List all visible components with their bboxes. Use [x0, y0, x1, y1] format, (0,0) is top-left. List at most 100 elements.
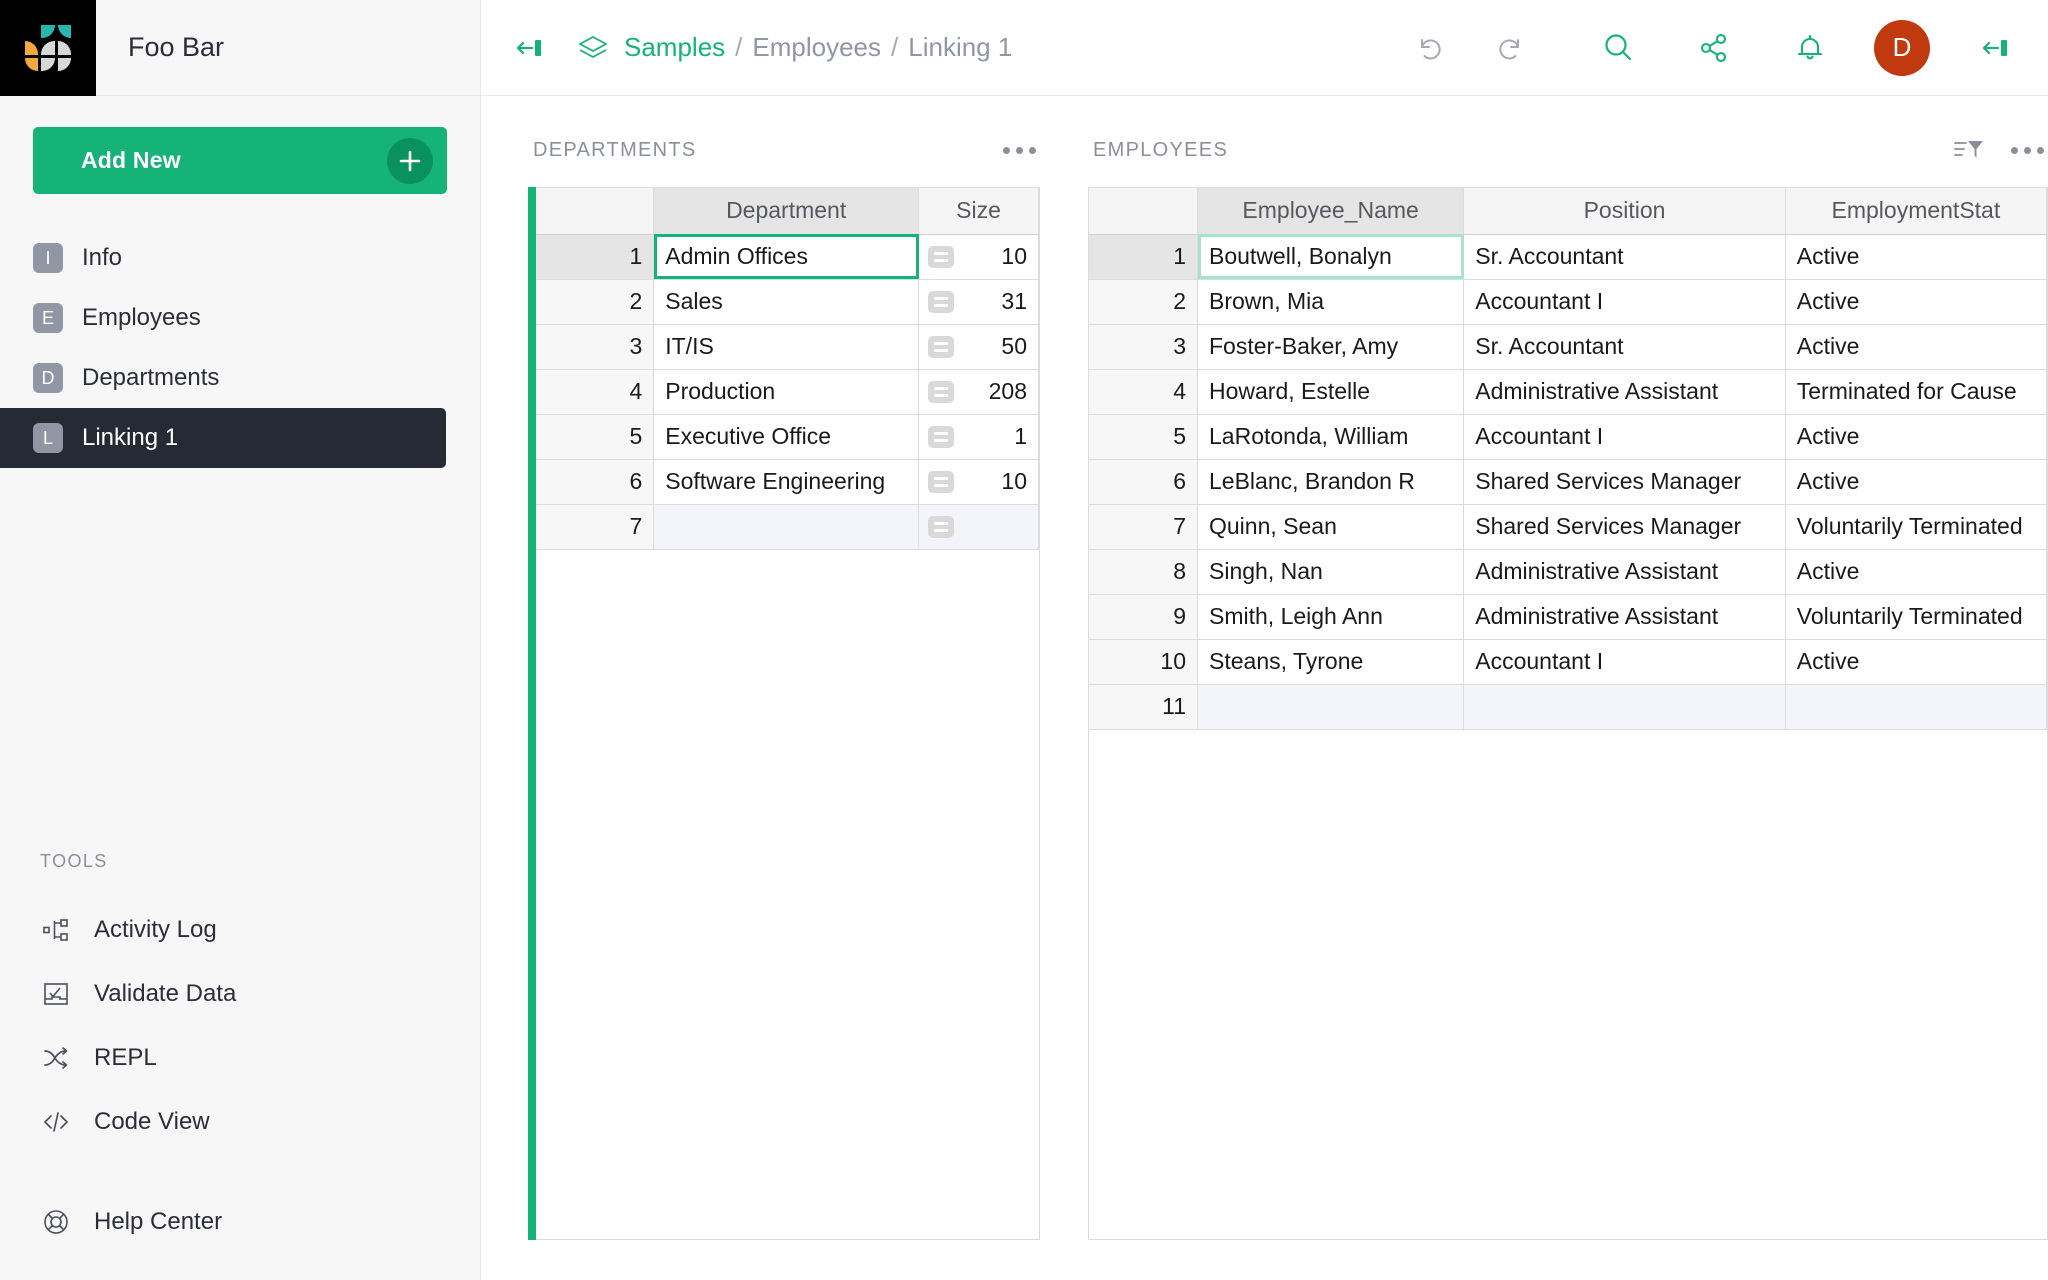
cell-department[interactable]: Software Engineering [653, 459, 920, 505]
collapse-left-icon[interactable] [509, 27, 551, 69]
row-number[interactable]: 5 [536, 414, 655, 460]
more-options-icon[interactable] [999, 133, 1040, 167]
cell-size[interactable]: 10 [918, 459, 1039, 505]
avatar[interactable]: D [1874, 19, 1930, 76]
row-number[interactable]: 7 [536, 504, 655, 550]
breadcrumb-current[interactable]: Linking 1 [908, 32, 1012, 63]
cell-department[interactable]: Executive Office [653, 414, 920, 460]
cell-employee-name[interactable]: Smith, Leigh Ann [1197, 594, 1465, 640]
cell-employment-status[interactable]: Voluntarily Terminated [1785, 594, 2047, 640]
breadcrumb-root[interactable]: Samples [624, 32, 725, 63]
column-header-employee-name[interactable]: Employee_Name [1197, 188, 1465, 235]
sort-filter-icon[interactable] [1953, 133, 1985, 167]
row-number[interactable]: 10 [1089, 639, 1198, 685]
page-list: I Info E Employees D Departments L Linki… [0, 228, 480, 468]
cell-size[interactable]: 50 [918, 324, 1039, 370]
cell-position[interactable]: Sr. Accountant [1463, 234, 1786, 280]
tool-repl[interactable]: REPL [0, 1026, 480, 1090]
tool-activity-log[interactable]: Activity Log [0, 898, 480, 962]
cell-position[interactable]: Administrative Assistant [1463, 594, 1786, 640]
column-header-employment-status[interactable]: EmploymentStat [1785, 188, 2047, 235]
cell-size[interactable]: 10 [918, 234, 1039, 280]
row-number[interactable]: 3 [1089, 324, 1198, 370]
row-number[interactable]: 11 [1089, 684, 1198, 730]
cell-position[interactable]: Administrative Assistant [1463, 369, 1786, 415]
undo-icon[interactable] [1404, 22, 1456, 74]
cell-employee-name[interactable]: Howard, Estelle [1197, 369, 1465, 415]
cell-employee-name[interactable]: Foster-Baker, Amy [1197, 324, 1465, 370]
row-number[interactable]: 1 [536, 234, 655, 280]
cell-employment-status[interactable]: Active [1785, 234, 2047, 280]
row-number[interactable]: 5 [1089, 414, 1198, 460]
row-number[interactable]: 6 [1089, 459, 1198, 505]
row-number[interactable]: 4 [536, 369, 655, 415]
add-row[interactable]: 7 [536, 504, 1039, 550]
row-number[interactable]: 4 [1089, 369, 1198, 415]
cell-size[interactable]: 1 [918, 414, 1039, 460]
row-number[interactable]: 2 [1089, 279, 1198, 325]
cell-position[interactable]: Administrative Assistant [1463, 549, 1786, 595]
cell-position[interactable]: Shared Services Manager [1463, 504, 1786, 550]
sidebar-item-departments[interactable]: D Departments [0, 348, 446, 408]
row-number[interactable]: 6 [536, 459, 655, 505]
breadcrumb-page[interactable]: Employees [752, 32, 881, 63]
cell-employment-status[interactable]: Active [1785, 459, 2047, 505]
bell-icon[interactable] [1784, 22, 1836, 74]
cell-department-new[interactable] [653, 504, 920, 550]
cell-position-new[interactable] [1463, 684, 1786, 730]
cell-position[interactable]: Accountant I [1463, 414, 1786, 460]
cell-employment-status[interactable]: Active [1785, 279, 2047, 325]
cell-position[interactable]: Sr. Accountant [1463, 324, 1786, 370]
row-number[interactable]: 7 [1089, 504, 1198, 550]
sidebar-item-employees[interactable]: E Employees [0, 288, 446, 348]
cell-employee-name[interactable]: LaRotonda, William [1197, 414, 1465, 460]
grist-logo-icon[interactable] [0, 0, 96, 96]
cell-size[interactable]: 208 [918, 369, 1039, 415]
cell-employment-status[interactable]: Terminated for Cause [1785, 369, 2047, 415]
cell-employee-name[interactable]: Steans, Tyrone [1197, 639, 1465, 685]
search-icon[interactable] [1592, 22, 1644, 74]
column-header-department[interactable]: Department [653, 188, 920, 235]
sidebar-item-linking-1[interactable]: L Linking 1 [0, 408, 446, 468]
row-number[interactable]: 8 [1089, 549, 1198, 595]
add-row[interactable]: 11 [1089, 684, 2047, 730]
cell-employee-name[interactable]: Quinn, Sean [1197, 504, 1465, 550]
cell-position[interactable]: Accountant I [1463, 639, 1786, 685]
tool-help-center[interactable]: Help Center [0, 1190, 480, 1254]
cell-employee-name[interactable]: Boutwell, Bonalyn [1197, 234, 1465, 280]
cell-department[interactable]: Production [653, 369, 920, 415]
cell-employee-name[interactable]: Brown, Mia [1197, 279, 1465, 325]
row-number[interactable]: 9 [1089, 594, 1198, 640]
column-header-size[interactable]: Size [918, 188, 1039, 235]
share-icon[interactable] [1688, 22, 1740, 74]
column-header-position[interactable]: Position [1463, 188, 1786, 235]
cell-employment-status[interactable]: Active [1785, 549, 2047, 595]
cell-employee-name[interactable]: Singh, Nan [1197, 549, 1465, 595]
cell-position[interactable]: Accountant I [1463, 279, 1786, 325]
brand-name[interactable]: Foo Bar [96, 0, 480, 96]
cell-department[interactable]: Admin Offices [653, 234, 920, 280]
cell-size[interactable]: 31 [918, 279, 1039, 325]
more-options-icon[interactable] [2007, 133, 2048, 167]
cell-employee-name[interactable]: LeBlanc, Brandon R [1197, 459, 1465, 505]
row-number[interactable]: 2 [536, 279, 655, 325]
sidebar-item-info[interactable]: I Info [0, 228, 446, 288]
cell-employment-status[interactable]: Active [1785, 639, 2047, 685]
tool-validate-data[interactable]: Validate Data [0, 962, 480, 1026]
tool-code-view[interactable]: Code View [0, 1090, 480, 1154]
cell-employment-status[interactable]: Active [1785, 324, 2047, 370]
reference-list-icon [928, 425, 955, 448]
collapse-right-icon[interactable] [1970, 22, 2022, 74]
add-new-button[interactable]: Add New [33, 127, 447, 194]
cell-employment-status-new[interactable] [1785, 684, 2047, 730]
cell-department[interactable]: IT/IS [653, 324, 920, 370]
cell-employment-status[interactable]: Voluntarily Terminated [1785, 504, 2047, 550]
cell-size-new[interactable] [918, 504, 1039, 550]
cell-position[interactable]: Shared Services Manager [1463, 459, 1786, 505]
cell-department[interactable]: Sales [653, 279, 920, 325]
row-number[interactable]: 3 [536, 324, 655, 370]
row-number[interactable]: 1 [1089, 234, 1198, 280]
redo-icon[interactable] [1484, 22, 1536, 74]
cell-employee-name-new[interactable] [1197, 684, 1465, 730]
cell-employment-status[interactable]: Active [1785, 414, 2047, 460]
